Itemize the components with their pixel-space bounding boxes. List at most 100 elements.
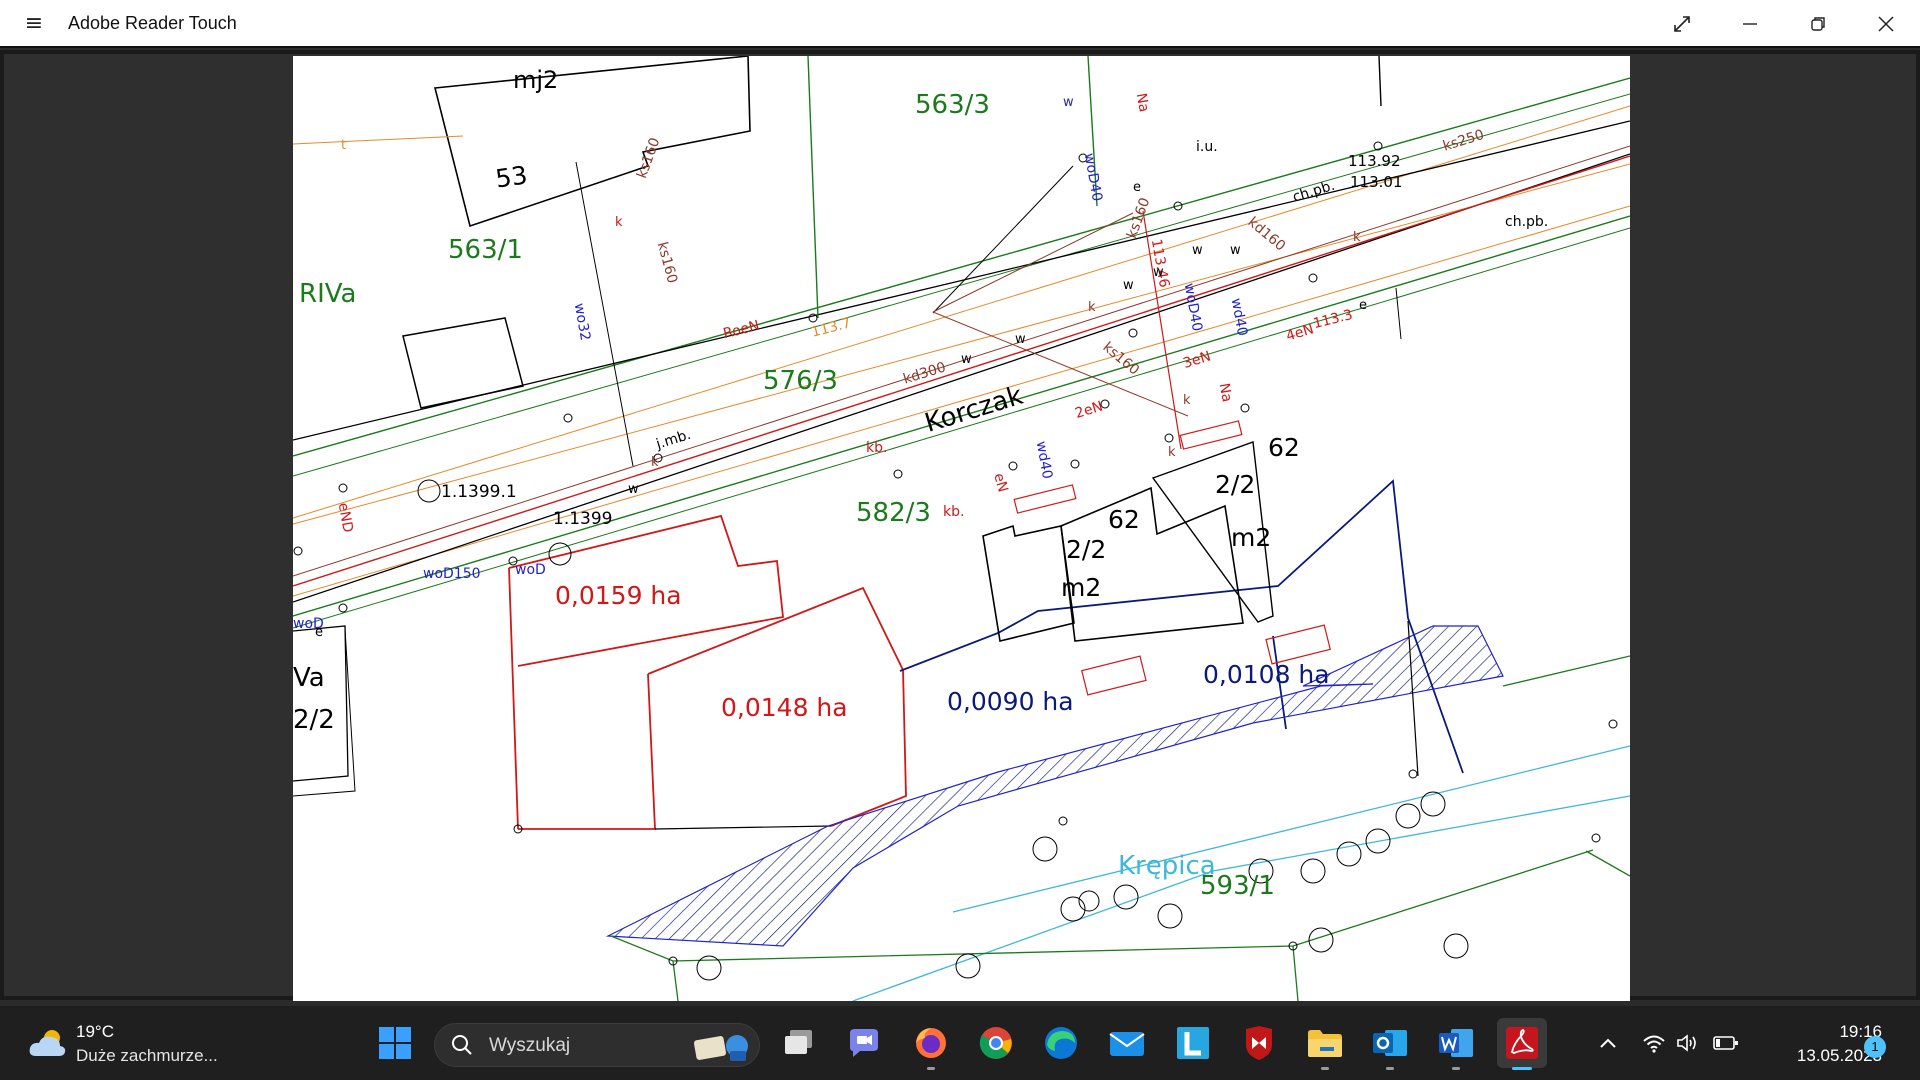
utility-label: ch.pb. [1291,178,1337,206]
utility-label: ks160 [654,240,680,285]
utility-label: Na [1133,92,1152,114]
utility-label: wd40 [1228,297,1250,337]
notification-badge[interactable]: 1 [1864,1036,1886,1058]
elevation-label: 113.3 [1312,307,1355,332]
building-number: 53 [494,160,530,193]
point-label: 1.1399 [553,509,612,529]
utility-label: w [1153,265,1164,280]
hamburger-menu-icon[interactable]: ≡ [0,0,68,47]
building-unit: m2 [1061,573,1101,602]
cloud-icon [29,1030,66,1056]
parcel-number: 563/1 [448,235,523,265]
windows-start-icon[interactable] [370,1018,420,1068]
parcel-label: mj2 [513,66,558,94]
land-class-label: Va [293,663,325,693]
utility-label: wo32 [571,302,593,342]
building-unit: m2 [1231,523,1271,552]
cadastral-map: mj2 53 563/1 563/3 576/3 582/3 593/1 RIV… [293,56,1630,1001]
chrome-icon[interactable] [971,1018,1021,1068]
building-fraction: 2/2 [1215,470,1255,499]
area-label: 0,0159 ha [555,581,682,610]
utility-label: 2eN [1073,398,1104,421]
area-label: 0,0148 ha [721,693,848,722]
lasso-l-icon[interactable] [1168,1018,1218,1068]
weather-description: Duże zachmurze... [76,1046,218,1065]
wifi-icon[interactable] [1636,1018,1672,1068]
utility-label: ks160 [634,136,663,181]
utility-label: 4eN [1284,321,1315,344]
mail-icon[interactable] [1102,1018,1152,1068]
utility-label: woD [515,562,546,578]
utility-label: w [628,482,639,497]
mcafee-icon[interactable] [1234,1018,1284,1068]
building-number: 62 [1108,505,1140,534]
app-title: Adobe Reader Touch [68,12,237,33]
utility-label: woD150 [423,566,481,582]
battery-icon[interactable] [1706,1018,1746,1068]
pdf-page[interactable]: mj2 53 563/1 563/3 576/3 582/3 593/1 RIV… [293,56,1630,1001]
parcel-fraction: 2/2 [293,705,335,735]
river-name: Krępica [1118,851,1216,881]
file-explorer-icon[interactable] [1300,1018,1350,1070]
utility-label: 3eN [1181,348,1212,371]
utility-label: w [1015,332,1026,347]
search-highlight-icon [693,1035,748,1061]
land-class-label: RIVa [299,279,356,309]
search-icon [452,1035,472,1055]
utility-label: e [1133,180,1141,195]
clock-time: 19:16 [1839,1022,1882,1041]
search-placeholder: Wyszukaj [489,1035,571,1056]
task-view-icon[interactable] [774,1018,824,1068]
utility-label: w [961,352,972,367]
building-outline [433,56,751,228]
clock-date: 13.05.2023 [1796,1046,1882,1065]
window-titlebar: ≡ Adobe Reader Touch [0,0,1920,48]
utility-label: k [615,215,623,230]
weather-widget[interactable]: 19°C Duże zachmurze... [24,1020,234,1070]
building-fraction: 2/2 [1066,535,1106,564]
search-box[interactable]: Wyszukaj [434,1023,760,1067]
utility-label: woD40 [1081,152,1105,203]
system-clock[interactable]: 19:16 13.05.2023 [1752,1020,1882,1068]
utility-label: woD40 [1181,282,1205,333]
utility-label: k [651,455,659,470]
utility-label: ks160 [1124,196,1153,241]
area-label: 0,0090 ha [947,687,1074,716]
teams-icon[interactable] [839,1018,889,1068]
adobe-reader-icon[interactable] [1497,1018,1547,1070]
outlook-icon[interactable] [1365,1018,1415,1070]
utility-label: w [1063,95,1074,110]
utility-label: k [1168,445,1176,460]
utility-label: RoeN [722,318,762,342]
edge-icon[interactable] [1036,1018,1086,1068]
hatched-embankment [605,625,1504,947]
utility-label: w [1123,278,1134,293]
restore-icon[interactable] [1784,0,1852,48]
fullscreen-icon[interactable] [1648,0,1716,48]
utility-label: kb. [866,440,887,456]
utility-label: wd40 [1033,440,1055,480]
elevation-label: 113.01 [1350,173,1403,191]
utility-label: k [1183,393,1191,408]
minimize-icon[interactable] [1716,0,1784,48]
area-label: 0,0108 ha [1203,660,1330,689]
parcel-number: 576/3 [763,366,838,396]
utility-label: ks250 [1441,127,1486,155]
utility-label: e [315,625,323,640]
point-label: 1.1399.1 [441,482,517,502]
utility-label: eN [990,471,1010,494]
utility-label: ch.pb. [1505,214,1548,230]
building-outline [402,317,524,409]
parcel-number: 563/3 [915,90,990,120]
close-icon[interactable] [1852,0,1920,48]
utility-label: e [1359,298,1367,313]
utility-label: kd160 [1245,214,1289,254]
firefox-icon[interactable] [906,1018,956,1070]
chevron-up-icon[interactable] [1590,1018,1626,1068]
word-icon[interactable] [1431,1018,1481,1070]
utility-label: kb. [943,504,964,520]
utility-label: Na [1216,382,1235,404]
taskbar: 19°C Duże zachmurze... Wyszukaj 19:16 13… [0,1005,1920,1080]
utility-label: eND [335,502,356,534]
volume-icon[interactable] [1670,1018,1706,1068]
